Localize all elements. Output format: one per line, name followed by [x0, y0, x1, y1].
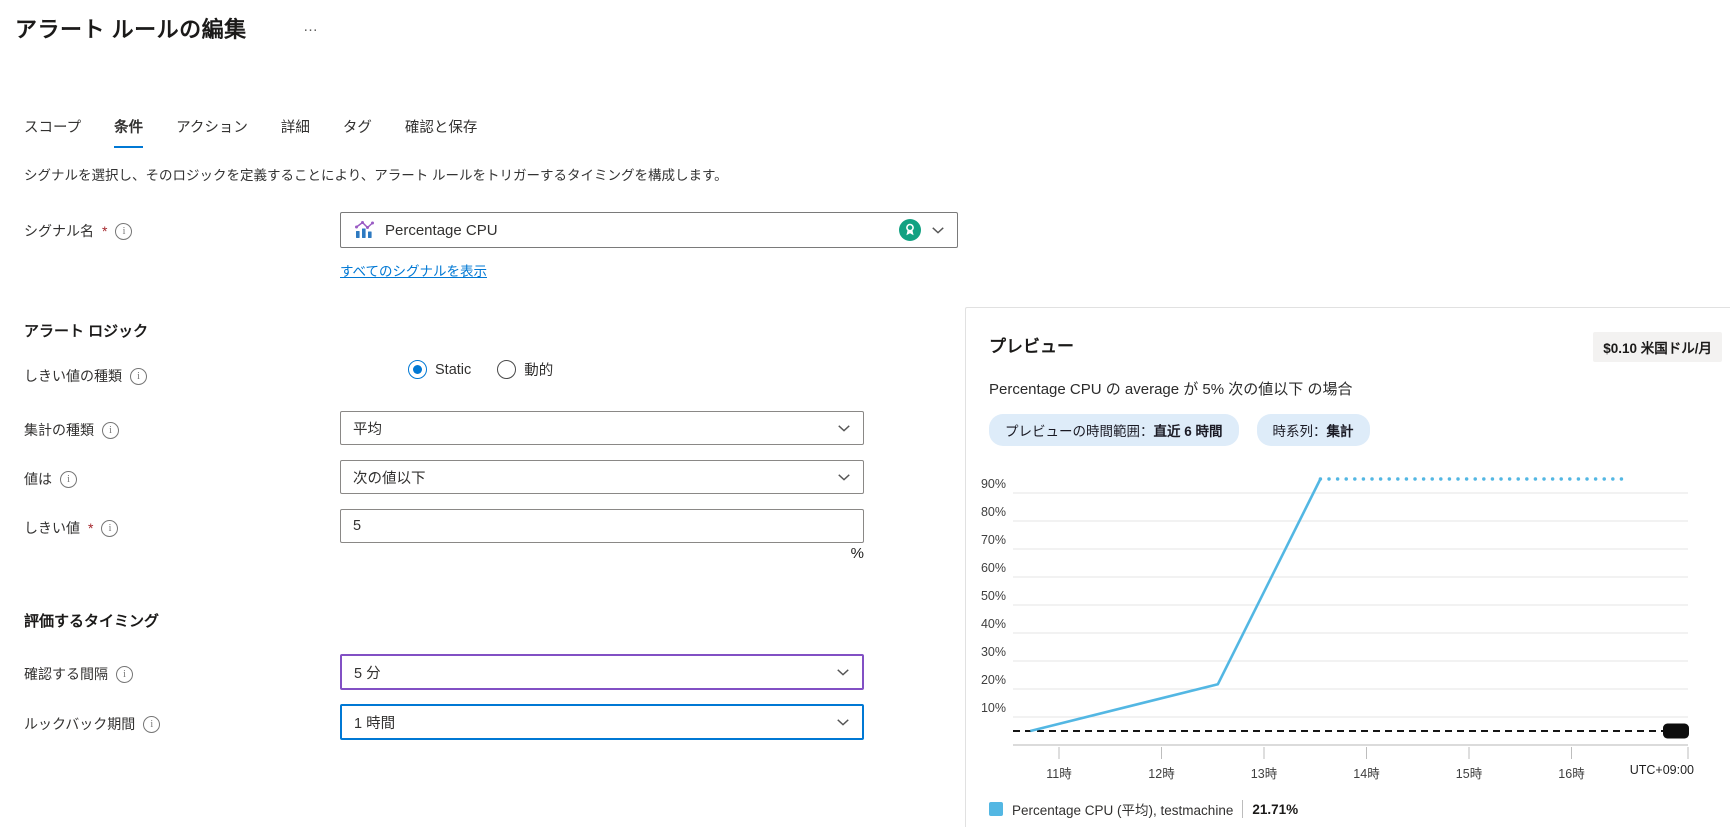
page-title: アラート ルールの編集 [15, 12, 247, 44]
chevron-down-icon [837, 421, 851, 435]
info-icon[interactable] [115, 223, 132, 240]
signal-name-label-row: シグナル名 * [24, 221, 132, 241]
lookback-value: 1 時間 [354, 712, 395, 733]
operator-dropdown[interactable]: 次の値以下 [340, 460, 864, 494]
recommended-signal-badge-icon [899, 219, 921, 241]
lookback-label-row: ルックバック期間 [24, 714, 160, 734]
signal-name-value: Percentage CPU [385, 222, 889, 239]
tab-details[interactable]: 詳細 [281, 116, 310, 148]
legend-series-label: Percentage CPU (平均), testmachine [1012, 799, 1233, 819]
alert-rule-edit-page: アラート ルールの編集 … スコープ 条件 アクション 詳細 タグ 確認と保存 … [0, 0, 1730, 827]
info-icon[interactable] [116, 666, 133, 683]
more-options-button[interactable]: … [303, 18, 319, 35]
operator-label: 値は [24, 469, 52, 489]
tab-bar: スコープ 条件 アクション 詳細 タグ 確認と保存 [24, 116, 477, 148]
lookback-dropdown[interactable]: 1 時間 [340, 704, 864, 740]
threshold-label: しきい値 [24, 518, 80, 538]
frequency-dropdown[interactable]: 5 分 [340, 654, 864, 690]
required-asterisk: * [102, 223, 107, 239]
evaluation-heading: 評価するタイミング [24, 610, 159, 631]
tab-review-save[interactable]: 確認と保存 [405, 116, 478, 148]
legend-color-swatch [989, 802, 1003, 816]
frequency-label-row: 確認する間隔 [24, 664, 133, 684]
preview-chart [966, 308, 1730, 827]
radio-static-label: Static [435, 362, 471, 378]
tab-tags[interactable]: タグ [343, 116, 372, 148]
radio-option-static[interactable]: Static [408, 360, 471, 379]
threshold-unit-label: % [340, 545, 864, 562]
tab-condition[interactable]: 条件 [114, 116, 143, 148]
legend-divider [1242, 800, 1243, 818]
radio-option-dynamic[interactable]: 動的 [497, 359, 553, 380]
legend-latest-value: 21.71% [1252, 802, 1298, 817]
chevron-down-icon [837, 470, 851, 484]
threshold-type-label-row: しきい値の種類 [24, 366, 147, 386]
frequency-label: 確認する間隔 [24, 664, 108, 684]
info-icon[interactable] [101, 520, 118, 537]
info-icon[interactable] [102, 422, 119, 439]
info-icon[interactable] [130, 368, 147, 385]
chevron-down-icon [931, 223, 945, 237]
chevron-down-icon [836, 665, 850, 679]
alert-logic-heading: アラート ロジック [24, 320, 148, 341]
radio-unselected-icon [497, 360, 516, 379]
aggregation-label-row: 集計の種類 [24, 420, 119, 440]
aggregation-label: 集計の種類 [24, 420, 94, 440]
chart-legend: Percentage CPU (平均), testmachine 21.71% [989, 799, 1298, 819]
frequency-value: 5 分 [354, 662, 381, 683]
threshold-type-radio-group: Static 動的 [408, 359, 553, 380]
radio-selected-icon [408, 360, 427, 379]
threshold-drag-handle[interactable] [1663, 724, 1689, 739]
intro-text: シグナルを選択し、そのロジックを定義することにより、アラート ルールをトリガーす… [24, 164, 728, 184]
chevron-down-icon [836, 715, 850, 729]
info-icon[interactable] [143, 716, 160, 733]
radio-dynamic-label: 動的 [524, 359, 553, 380]
threshold-value: 5 [353, 518, 361, 534]
threshold-value-input[interactable]: 5 [340, 509, 864, 543]
operator-value: 次の値以下 [353, 467, 426, 488]
lookback-label: ルックバック期間 [24, 714, 135, 734]
operator-label-row: 値は [24, 469, 77, 489]
metric-chart-icon [353, 219, 375, 241]
threshold-type-label: しきい値の種類 [24, 366, 122, 386]
signal-name-dropdown[interactable]: Percentage CPU [340, 212, 958, 248]
tab-scope[interactable]: スコープ [24, 116, 81, 148]
aggregation-value: 平均 [353, 418, 382, 439]
threshold-label-row: しきい値 * [24, 518, 118, 538]
show-all-signals-link[interactable]: すべてのシグナルを表示 [340, 260, 487, 280]
info-icon[interactable] [60, 471, 77, 488]
preview-panel: プレビュー $0.10 米国ドル/月 Percentage CPU の aver… [965, 307, 1730, 827]
aggregation-dropdown[interactable]: 平均 [340, 411, 864, 445]
tab-actions[interactable]: アクション [176, 116, 248, 148]
signal-name-label: シグナル名 [24, 221, 94, 241]
required-asterisk: * [88, 520, 93, 536]
